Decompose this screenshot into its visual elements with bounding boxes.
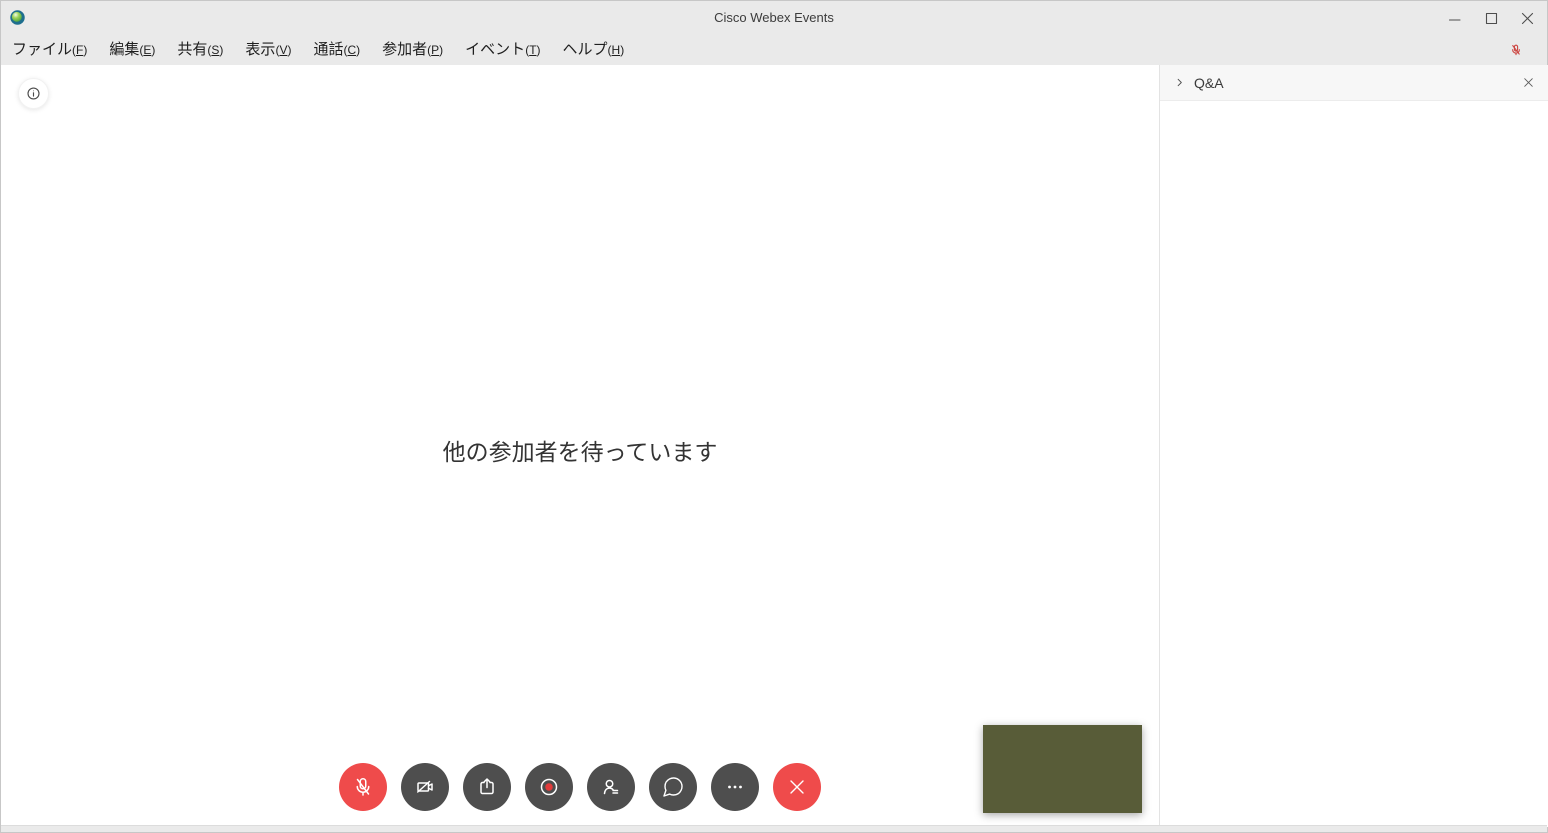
chat-icon	[661, 775, 685, 799]
more-options-button[interactable]	[711, 763, 759, 811]
menu-item-file[interactable]: ファイル(F)	[1, 35, 98, 65]
qa-panel-title: Q&A	[1194, 75, 1224, 91]
record-button[interactable]	[525, 763, 573, 811]
menu-item-edit[interactable]: 編集(E)	[98, 35, 166, 65]
camera-off-icon	[413, 775, 437, 799]
maximize-button[interactable]	[1479, 6, 1503, 30]
menu-item-event[interactable]: イベント(T)	[454, 35, 551, 65]
window-title: Cisco Webex Events	[1, 1, 1547, 35]
title-bar: Cisco Webex Events	[1, 1, 1547, 35]
menu-item-call[interactable]: 通話(C)	[302, 35, 371, 65]
close-icon	[1522, 76, 1535, 89]
close-button[interactable]	[1515, 6, 1539, 30]
menu-item-participant[interactable]: 参加者(P)	[371, 35, 454, 65]
mic-muted-icon	[351, 775, 375, 799]
leave-event-button[interactable]	[773, 763, 821, 811]
share-icon	[475, 775, 499, 799]
waiting-message: 他の参加者を待っています	[1, 433, 1159, 467]
close-x-icon	[785, 775, 809, 799]
menu-item-share[interactable]: 共有(S)	[166, 35, 234, 65]
qa-panel-body	[1160, 101, 1548, 827]
close-icon	[1521, 12, 1534, 25]
info-icon	[25, 85, 42, 102]
menu-item-view[interactable]: 表示(V)	[234, 35, 302, 65]
info-button[interactable]	[18, 78, 49, 109]
chat-button[interactable]	[649, 763, 697, 811]
window-bottom-edge	[1, 825, 1547, 832]
main-stage: 他の参加者を待っています	[1, 65, 1159, 827]
menu-bar: ファイル(F)編集(E)共有(S)表示(V)通話(C)参加者(P)イベント(T)…	[1, 35, 1547, 65]
self-video-thumbnail[interactable]	[983, 725, 1142, 813]
maximize-icon	[1485, 12, 1498, 25]
qa-close-button[interactable]	[1522, 76, 1535, 89]
minimize-button[interactable]	[1443, 6, 1467, 30]
call-controls-toolbar	[339, 763, 821, 811]
webex-window: Cisco Webex Events ファイル(F)編集(E)共有(S)表示(V…	[0, 0, 1548, 833]
participants-button[interactable]	[587, 763, 635, 811]
qa-panel-header: Q&A	[1160, 65, 1548, 101]
window-controls	[1443, 6, 1539, 30]
mute-audio-button[interactable]	[339, 763, 387, 811]
ellipsis-icon	[723, 775, 747, 799]
start-video-button[interactable]	[401, 763, 449, 811]
menu-item-help[interactable]: ヘルプ(H)	[552, 35, 636, 65]
record-icon	[537, 775, 561, 799]
mic-muted-icon	[1509, 41, 1523, 59]
share-content-button[interactable]	[463, 763, 511, 811]
qa-panel: Q&A	[1159, 65, 1548, 827]
qa-collapse-button[interactable]	[1174, 77, 1185, 88]
menu-items: ファイル(F)編集(E)共有(S)表示(V)通話(C)参加者(P)イベント(T)…	[1, 35, 1547, 65]
participants-icon	[599, 775, 623, 799]
minimize-icon	[1449, 12, 1461, 24]
chevron-right-icon	[1174, 77, 1185, 88]
